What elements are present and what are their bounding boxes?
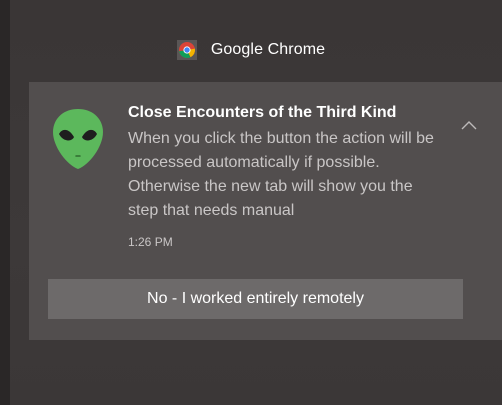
app-name: Google Chrome [210, 41, 326, 58]
notification-title: Close Encounters of the Third Kind [128, 104, 397, 121]
chevron-up-icon[interactable] [458, 114, 480, 136]
notification-body: When you click the button the action wil… [128, 130, 434, 219]
notification-time: 1:26 PM [128, 235, 173, 249]
alien-icon [52, 107, 104, 171]
action-button[interactable]: No - I worked entirely remotely [48, 279, 463, 319]
notification-toast[interactable]: Close Encounters of the Third Kind When … [29, 82, 502, 340]
notification-center: Google Chrome Close Encounters of the Th… [0, 0, 502, 405]
app-header: Google Chrome [0, 36, 502, 64]
chrome-icon [176, 40, 197, 60]
